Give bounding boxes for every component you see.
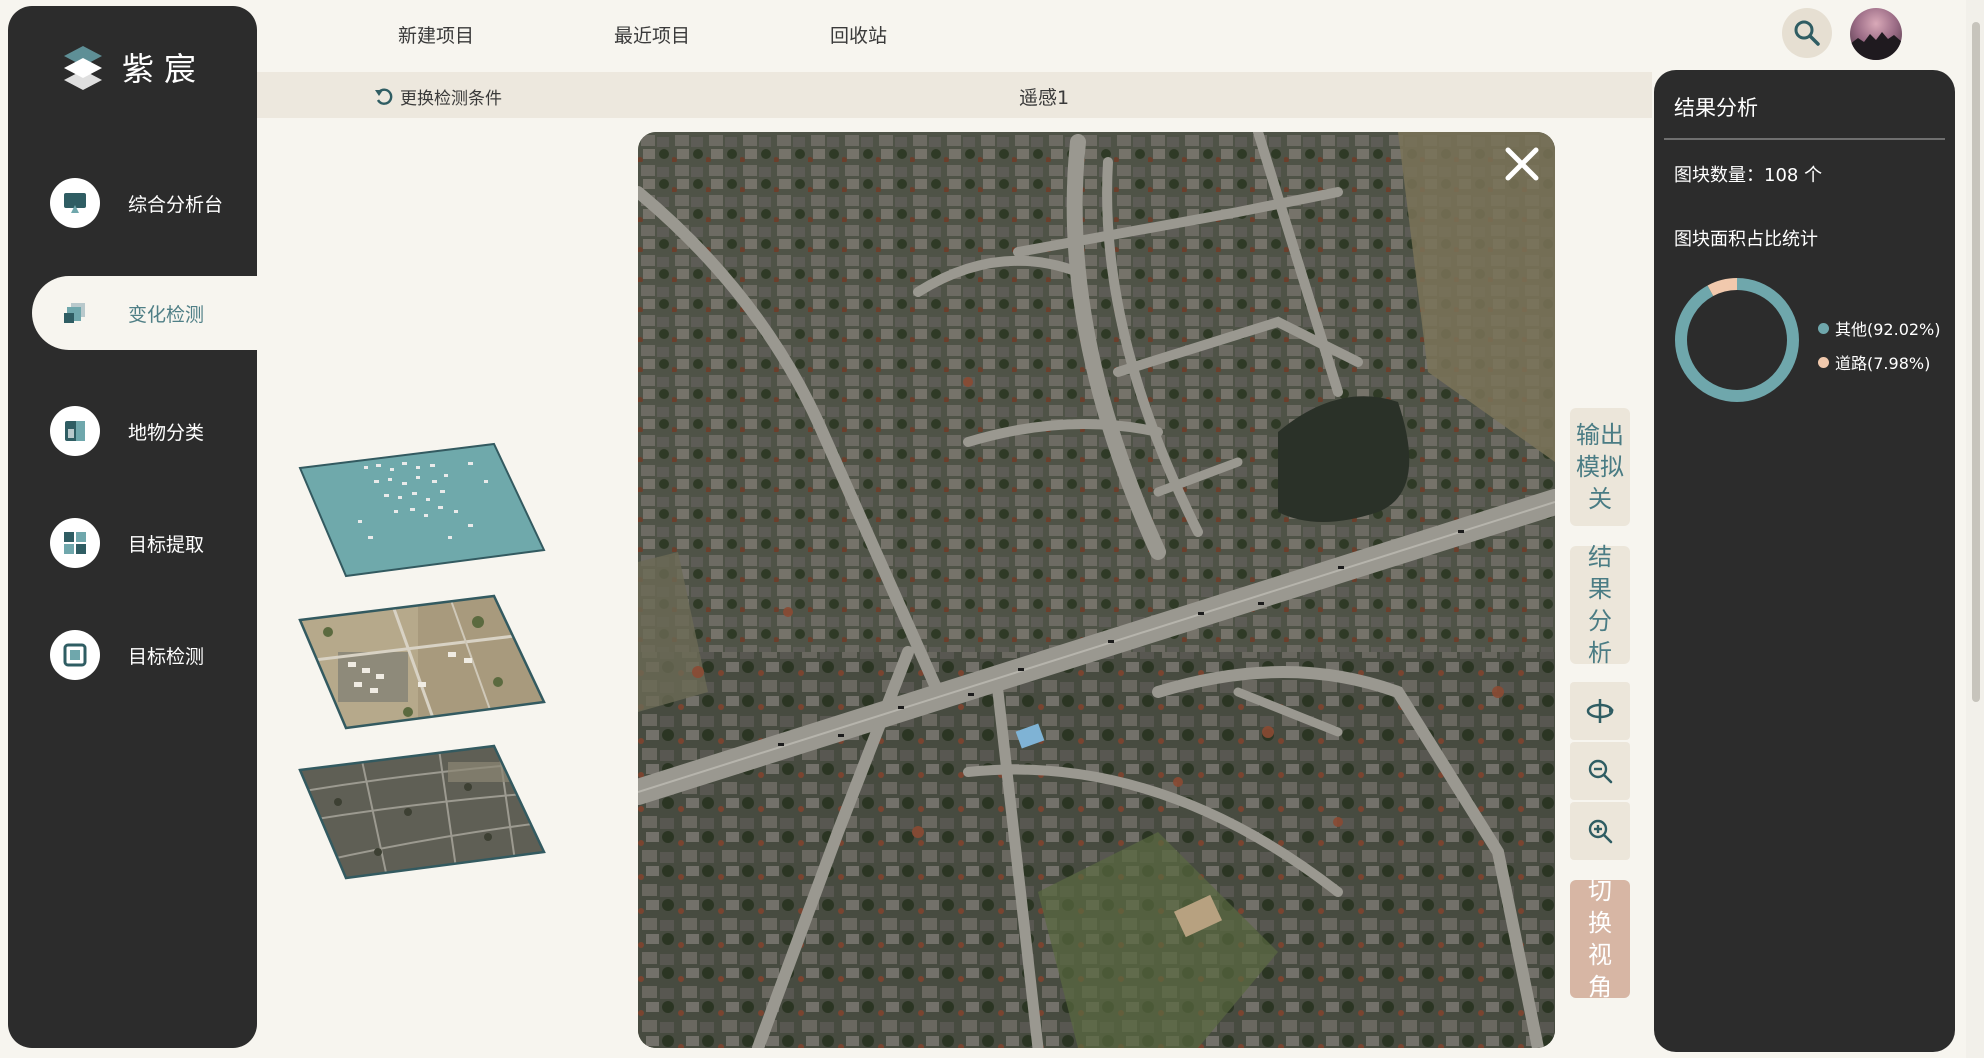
rotate-view-button[interactable] [1570,682,1630,740]
zoom-out-button[interactable] [1570,742,1630,800]
legend-label: 其他(92.02%) [1835,320,1941,339]
sidebar-item-label: 综合分析台 [128,193,224,216]
reset-conditions-label: 更换检测条件 [400,89,502,109]
legend-item-other: 其他(92.02%) [1818,316,1941,340]
chart-legend: 其他(92.02%) 道路(7.98%) [1818,316,1941,384]
undo-icon [375,88,393,105]
close-icon [1505,147,1539,181]
legend-dot [1818,356,1829,368]
avatar[interactable] [1850,8,1902,60]
donut-slice-0 [1675,278,1799,402]
recycle-bin-link[interactable]: 回收站 [830,21,887,48]
sidebar-item-label: 目标提取 [128,533,205,556]
zoom-in-button[interactable] [1570,802,1630,860]
sub-header: 更换检测条件 遥感1 [257,72,1652,118]
target-icon [50,630,100,680]
tile-count-value: 108 个 [1764,165,1823,186]
area-donut-chart [1675,278,1799,402]
zoom-out-icon [1588,759,1613,784]
switch-view-button[interactable]: 切换视角 [1570,877,1630,1001]
reset-conditions-button[interactable]: 更换检测条件 [374,84,502,109]
legend-item-road: 道路(7.98%) [1818,350,1941,374]
grid-icon [50,518,100,568]
sidebar-item-analysis[interactable]: 综合分析台 [8,166,257,240]
switch-view-label: 切换视角 [1588,877,1612,1001]
legend-label: 道路(7.98%) [1835,354,1931,373]
results-title: 结果分析 [1674,96,1758,120]
brand-name: 紫宸 [122,50,207,88]
recent-projects-link[interactable]: 最近项目 [614,21,690,48]
scrollbar-thumb[interactable] [1972,22,1980,702]
new-project-link[interactable]: 新建项目 [398,21,474,48]
logo-icon [64,46,102,90]
area-ratio-label: 图块面积占比统计 [1674,229,1818,250]
result-analysis-label: 结果分析 [1588,543,1612,667]
results-panel: 结果分析 图块数量： 108 个 图块面积占比统计 其他(92.02%) 道路(… [1654,70,1955,1052]
sidebar-item-extraction[interactable]: 目标提取 [8,506,257,580]
layer-thumbnail-image-b[interactable] [298,742,548,882]
result-analysis-button[interactable]: 结果分析 [1570,543,1630,667]
sidebar-item-label: 变化检测 [128,303,205,326]
sidebar-item-label: 目标检测 [128,645,205,668]
zoom-in-icon [1588,819,1613,844]
search-icon [1794,20,1820,46]
output-simulation-label: 输出模拟关 [1576,421,1624,513]
sidebar-item-classification[interactable]: 地物分类 [8,394,257,468]
map-title: 遥感1 [1019,87,1070,109]
close-map-button[interactable] [1498,140,1546,188]
output-simulation-toggle[interactable]: 输出模拟关 [1570,408,1630,526]
satellite-map[interactable] [638,132,1555,1048]
sidebar: 紫宸 综合分析台 变化检测 地物分类 目标提取 目标检测 [8,6,257,1048]
logo: 紫宸 [58,42,206,92]
results-divider [1664,138,1945,140]
tile-count: 图块数量： 108 个 [1674,161,1822,187]
layers-icon [50,288,100,338]
monitor-icon [50,178,100,228]
sidebar-item-change-detection[interactable]: 变化检测 [32,276,257,350]
sidebar-item-detection[interactable]: 目标检测 [8,618,257,692]
classify-icon [50,406,100,456]
top-nav: 新建项目 最近项目 回收站 [398,21,1027,48]
legend-dot [1818,322,1829,334]
search-button[interactable] [1782,8,1832,58]
tile-count-label: 图块数量： [1674,165,1764,186]
sidebar-item-label: 地物分类 [128,421,205,444]
layer-thumbnail-result[interactable] [298,440,548,580]
rotate-icon [1586,699,1614,723]
layer-thumbnail-image-a[interactable] [298,592,548,732]
